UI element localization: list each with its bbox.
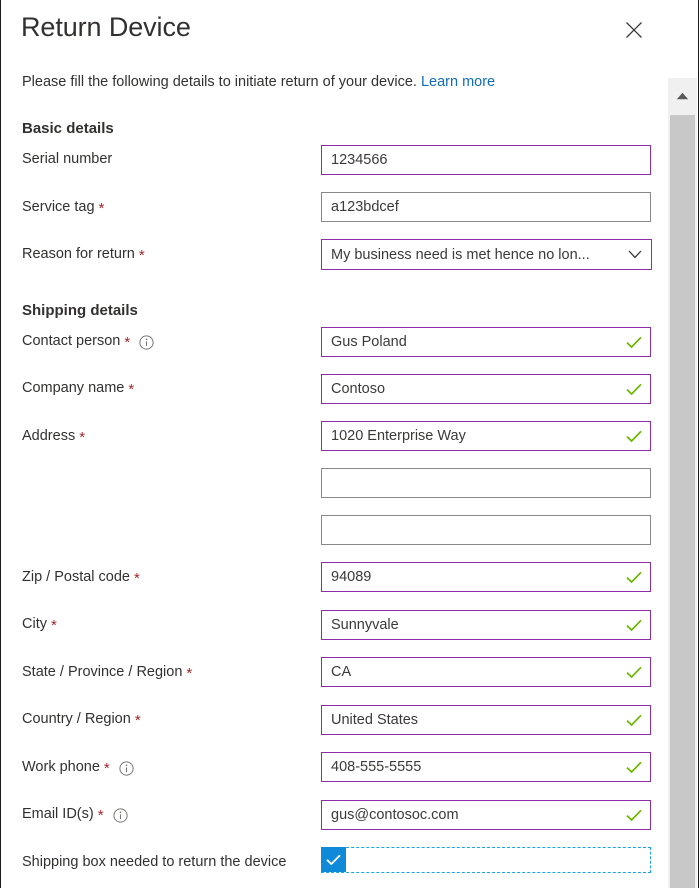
info-icon[interactable] bbox=[112, 807, 128, 823]
country-region-value: United States bbox=[331, 712, 419, 728]
page-title: Return Device bbox=[21, 12, 191, 42]
return-device-dialog: Return Device Please fill the following … bbox=[0, 0, 699, 888]
label-text: State / Province / Region bbox=[22, 664, 183, 680]
required-marker: * bbox=[134, 569, 140, 587]
country-region-input[interactable]: United States bbox=[321, 705, 651, 735]
caret-up-icon bbox=[676, 87, 689, 105]
required-marker: * bbox=[138, 246, 145, 264]
address-line3-input[interactable] bbox=[321, 515, 651, 545]
label-city: City * bbox=[22, 616, 57, 634]
info-icon[interactable] bbox=[139, 334, 154, 350]
valid-check-icon bbox=[626, 571, 642, 584]
contact-person-value: Gus Poland bbox=[331, 334, 407, 350]
required-marker: * bbox=[134, 711, 141, 729]
scrollbar-thumb[interactable] bbox=[670, 115, 695, 888]
work-phone-input[interactable]: 408-555-5555 bbox=[321, 752, 651, 782]
required-marker: * bbox=[103, 759, 110, 777]
valid-check-icon bbox=[626, 336, 642, 349]
label-text: Country / Region bbox=[22, 711, 131, 727]
label-text: Work phone bbox=[22, 759, 100, 775]
vertical-scrollbar[interactable] bbox=[668, 78, 697, 888]
city-input[interactable]: Sunnyvale bbox=[321, 610, 651, 640]
checkmark-icon bbox=[326, 854, 341, 866]
required-marker: * bbox=[50, 616, 57, 634]
service-tag-value: a123bdcef bbox=[331, 199, 399, 215]
valid-check-icon bbox=[626, 761, 642, 774]
label-reason-for-return: Reason for return * bbox=[22, 246, 145, 264]
state-province-region-value: CA bbox=[331, 664, 352, 680]
label-text: Email ID(s) bbox=[22, 806, 94, 822]
label-text: Contact person bbox=[22, 333, 121, 349]
required-marker: * bbox=[124, 333, 131, 351]
label-work-phone: Work phone * bbox=[22, 759, 134, 777]
zip-postal-code-input[interactable]: 94089 bbox=[321, 562, 651, 592]
company-name-input[interactable]: Contoso bbox=[321, 374, 651, 404]
close-button[interactable] bbox=[617, 13, 651, 47]
required-marker: * bbox=[98, 199, 105, 217]
label-text: Service tag bbox=[22, 199, 95, 215]
valid-check-icon bbox=[626, 714, 642, 727]
valid-check-icon bbox=[626, 383, 642, 396]
label-text: City bbox=[22, 616, 47, 632]
reason-for-return-dropdown[interactable]: My business need is met hence no lon... bbox=[321, 239, 652, 270]
close-icon bbox=[625, 21, 643, 39]
label-company-name: Company name * bbox=[22, 380, 135, 398]
required-marker: * bbox=[97, 806, 104, 824]
label-serial-number: Serial number bbox=[22, 151, 112, 167]
contact-person-input[interactable]: Gus Poland bbox=[321, 327, 651, 357]
city-value: Sunnyvale bbox=[331, 617, 399, 633]
shipping-box-checkbox-wrapper[interactable] bbox=[321, 847, 651, 873]
section-heading-shipping: Shipping details bbox=[22, 302, 138, 319]
valid-check-icon bbox=[626, 430, 642, 443]
service-tag-input[interactable]: a123bdcef bbox=[321, 192, 651, 222]
label-text: Company name bbox=[22, 380, 125, 396]
email-ids-value: gus@contosoc.com bbox=[331, 807, 459, 823]
label-text: Zip / Postal code bbox=[22, 569, 130, 585]
address-line1-input[interactable]: 1020 Enterprise Way bbox=[321, 421, 651, 451]
work-phone-value: 408-555-5555 bbox=[331, 759, 422, 775]
valid-check-icon bbox=[626, 666, 642, 679]
state-province-region-input[interactable]: CA bbox=[321, 657, 651, 687]
section-heading-basic: Basic details bbox=[22, 120, 114, 137]
intro-sentence: Please fill the following details to ini… bbox=[22, 74, 417, 90]
valid-check-icon bbox=[626, 619, 642, 632]
label-text: Serial number bbox=[22, 151, 113, 167]
serial-number-value: 1234566 bbox=[331, 152, 388, 168]
info-icon[interactable] bbox=[119, 760, 134, 776]
label-contact-person: Contact person * bbox=[22, 333, 154, 351]
scroll-up-button[interactable] bbox=[668, 78, 697, 114]
chevron-down-icon bbox=[628, 250, 642, 259]
label-address: Address * bbox=[22, 428, 86, 446]
label-zip-postal-code: Zip / Postal code * bbox=[22, 569, 140, 587]
required-marker: * bbox=[128, 380, 135, 398]
reason-for-return-value: My business need is met hence no lon... bbox=[331, 246, 590, 263]
label-text: Reason for return bbox=[22, 246, 135, 262]
label-service-tag: Service tag * bbox=[22, 199, 105, 217]
label-text: Address bbox=[22, 428, 76, 444]
intro-text: Please fill the following details to ini… bbox=[22, 74, 495, 90]
label-state-province-region: State / Province / Region * bbox=[22, 664, 193, 682]
learn-more-link[interactable]: Learn more bbox=[421, 74, 495, 90]
shipping-box-checkbox[interactable] bbox=[321, 847, 346, 872]
label-shipping-box: Shipping box needed to return the device bbox=[22, 854, 287, 870]
zip-postal-code-value: 94089 bbox=[331, 569, 372, 585]
dialog-header: Return Device bbox=[1, 0, 669, 62]
company-name-value: Contoso bbox=[331, 381, 386, 397]
required-marker: * bbox=[79, 428, 86, 446]
valid-check-icon bbox=[626, 809, 642, 822]
dialog-content: Return Device Please fill the following … bbox=[1, 0, 669, 886]
required-marker: * bbox=[186, 664, 193, 682]
address-line2-input[interactable] bbox=[321, 468, 651, 498]
label-email-ids: Email ID(s) * bbox=[22, 806, 128, 824]
serial-number-input[interactable]: 1234566 bbox=[321, 145, 651, 175]
address-line1-value: 1020 Enterprise Way bbox=[331, 428, 466, 444]
label-country-region: Country / Region * bbox=[22, 711, 141, 729]
email-ids-input[interactable]: gus@contosoc.com bbox=[321, 800, 651, 830]
